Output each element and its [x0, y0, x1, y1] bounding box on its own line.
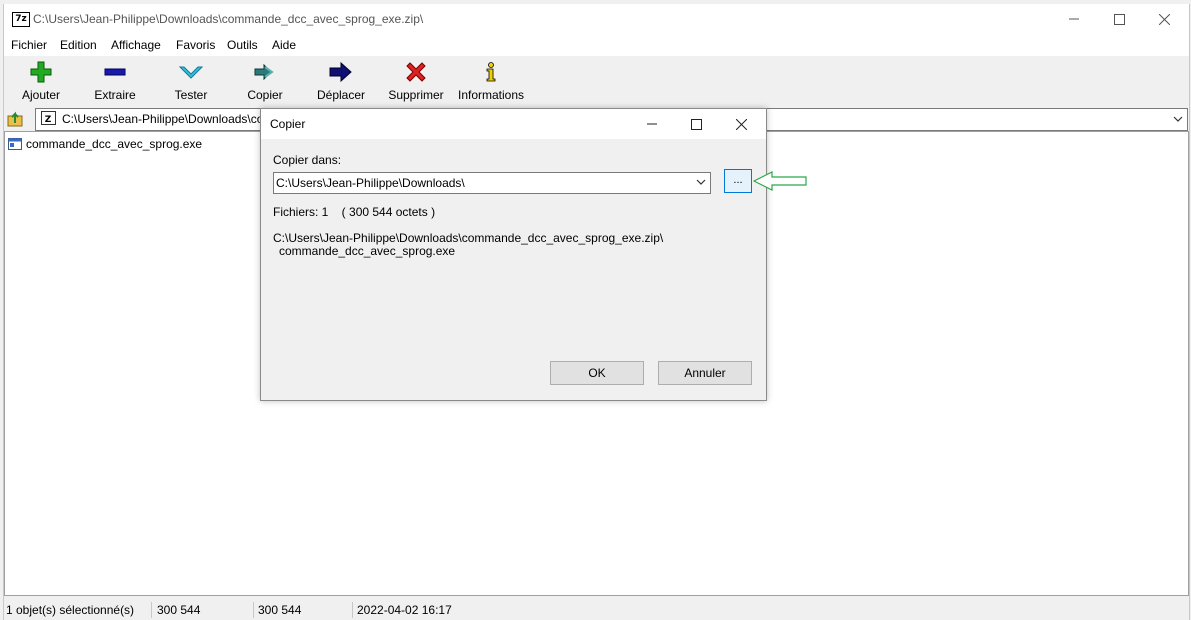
info-label: Informations — [457, 88, 525, 102]
address-text: C:\Users\Jean-Philippe\Downloads\co — [62, 112, 264, 126]
menu-edition[interactable]: Edition — [60, 38, 97, 52]
list-item[interactable]: commande_dcc_avec_sprog.exe — [8, 136, 202, 152]
maximize-button[interactable] — [1096, 4, 1142, 34]
destination-label: Copier dans: — [273, 153, 342, 167]
double-arrow-icon — [254, 63, 274, 81]
dialog-close-button[interactable] — [719, 109, 764, 139]
destination-combobox[interactable]: C:\Users\Jean-Philippe\Downloads\ — [273, 172, 711, 194]
minimize-icon — [646, 123, 657, 125]
plus-icon — [30, 61, 52, 83]
chevron-down-icon[interactable] — [1173, 114, 1183, 124]
test-button[interactable]: Tester — [164, 61, 218, 107]
menu-fichier[interactable]: Fichier — [11, 38, 47, 52]
menu-outils[interactable]: Outils — [227, 38, 258, 52]
info-icon — [486, 62, 496, 82]
menu-affichage[interactable]: Affichage — [111, 38, 161, 52]
close-icon — [736, 118, 747, 130]
browse-button[interactable]: ... — [724, 169, 752, 193]
svg-text:Z: Z — [45, 115, 52, 125]
minimize-icon — [1069, 18, 1079, 20]
file-name: commande_dcc_avec_sprog.exe — [26, 137, 203, 151]
status-selected: 1 objet(s) sélectionné(s) — [6, 603, 135, 617]
annotation-arrow-icon — [753, 171, 807, 191]
copy-label: Copier — [247, 88, 283, 102]
menu-favoris[interactable]: Favoris — [176, 38, 215, 52]
source-archive-path: C:\Users\Jean-Philippe\Downloads\command… — [273, 231, 664, 245]
status-packed: 300 544 — [258, 603, 302, 617]
maximize-icon — [691, 118, 702, 130]
copy-button[interactable]: Copier — [238, 61, 292, 107]
status-divider — [253, 602, 254, 618]
chevron-down-icon[interactable] — [696, 176, 706, 188]
dialog-minimize-button[interactable] — [629, 109, 674, 139]
window-title: C:\Users\Jean-Philippe\Downloads\command… — [33, 12, 424, 26]
dialog-maximize-button[interactable] — [674, 109, 719, 139]
move-label: Déplacer — [316, 88, 366, 102]
extract-button[interactable]: Extraire — [88, 61, 142, 107]
move-button[interactable]: Déplacer — [312, 61, 370, 107]
app-7z-icon: 7z — [12, 12, 30, 27]
toolbar: Ajouter Extraire Tester Copier Déplacer … — [4, 56, 1189, 107]
delete-button[interactable]: Supprimer — [385, 61, 447, 107]
cancel-button[interactable]: Annuler — [658, 361, 752, 385]
minus-icon — [104, 68, 126, 76]
status-bar: 1 objet(s) sélectionné(s) 300 544 300 54… — [4, 600, 1189, 620]
status-divider — [151, 602, 152, 618]
status-size: 300 544 — [157, 603, 201, 617]
maximize-icon — [1113, 13, 1125, 25]
status-modified: 2022-04-02 16:17 — [357, 603, 452, 617]
up-folder-button[interactable] — [6, 109, 26, 129]
extract-label: Extraire — [94, 88, 136, 102]
info-button[interactable]: Informations — [454, 61, 528, 107]
menu-aide[interactable]: Aide — [272, 38, 296, 52]
dialog-title-bar: Copier — [261, 109, 766, 139]
close-icon — [1158, 13, 1170, 25]
x-icon — [406, 62, 426, 82]
menu-bar: Fichier Edition Affichage Favoris Outils… — [4, 34, 1189, 57]
source-file-name: commande_dcc_avec_sprog.exe — [279, 244, 456, 258]
files-info: Fichiers: 1 ( 300 544 octets ) — [273, 205, 436, 219]
dialog-title: Copier — [270, 117, 306, 131]
close-button[interactable] — [1141, 4, 1187, 34]
check-chevron-icon — [179, 66, 203, 79]
status-divider — [352, 602, 353, 618]
destination-value: C:\Users\Jean-Philippe\Downloads\ — [276, 176, 465, 190]
folder-up-icon — [7, 111, 23, 127]
test-label: Tester — [174, 88, 208, 102]
copy-dialog: Copier Copier dans: C:\Users\Jean-Philip… — [260, 108, 767, 401]
archive-icon: Z — [41, 111, 56, 125]
delete-label: Supprimer — [388, 88, 444, 102]
arrow-right-icon — [329, 61, 352, 83]
exe-file-icon — [8, 138, 22, 150]
add-button[interactable]: Ajouter — [14, 61, 68, 107]
minimize-button[interactable] — [1051, 4, 1097, 34]
add-label: Ajouter — [21, 88, 61, 102]
title-bar: 7z C:\Users\Jean-Philippe\Downloads\comm… — [4, 4, 1189, 34]
ok-button[interactable]: OK — [550, 361, 644, 385]
